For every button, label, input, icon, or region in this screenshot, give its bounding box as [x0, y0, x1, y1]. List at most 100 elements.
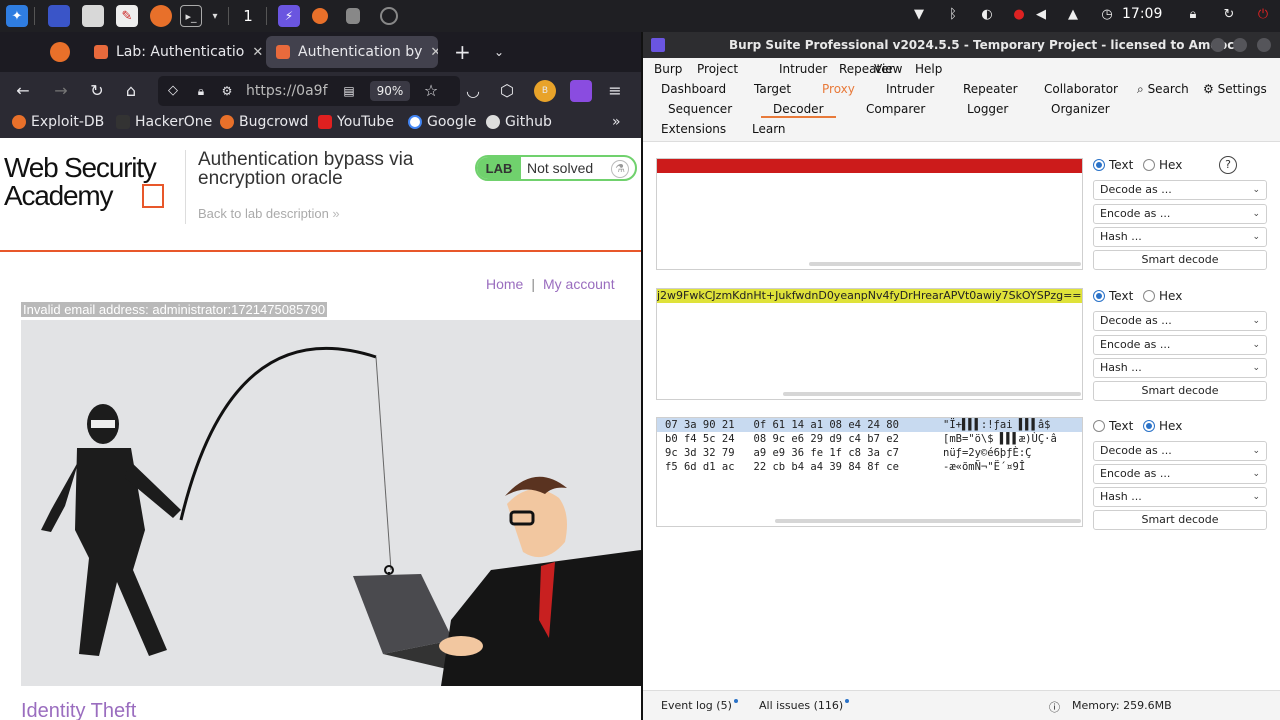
files-icon[interactable] — [82, 5, 104, 27]
tab-decoder[interactable]: Decoder — [761, 102, 836, 118]
clock[interactable]: 17:09 — [1122, 6, 1162, 22]
web-security-academy-logo[interactable]: Web Security Academy — [4, 152, 182, 211]
bookmark-hackerone[interactable]: HackerOne — [116, 114, 212, 130]
lock-icon[interactable]: 🔒︎ — [190, 80, 212, 102]
desktop-icon[interactable] — [48, 5, 70, 27]
bookmark-bugcrowd[interactable]: Bugcrowd — [220, 114, 308, 130]
home-icon[interactable]: ⌂ — [120, 80, 142, 102]
firefox-view-icon[interactable] — [50, 42, 70, 62]
zoom-level[interactable]: 90% — [370, 81, 410, 101]
power-icon[interactable]: ⏻ — [1254, 6, 1272, 24]
bookmark-github[interactable]: Github — [486, 114, 552, 130]
back-to-lab-description-link[interactable]: Back to lab description » — [198, 206, 340, 221]
search-button[interactable]: ⌕ Search — [1137, 82, 1189, 97]
hash-dropdown[interactable]: Hash ... ⌄ — [1093, 227, 1267, 247]
permissions-icon[interactable]: ⚙ — [216, 80, 238, 102]
bluetooth-icon[interactable]: ᛒ — [944, 6, 962, 24]
menu-view[interactable]: View — [874, 62, 902, 76]
menu-intruder[interactable]: Intruder — [779, 62, 827, 76]
pocket-icon[interactable]: ◡ — [462, 80, 484, 102]
encode-as-dropdown[interactable]: Encode as ... ⌄ — [1093, 464, 1267, 484]
horizontal-scrollbar[interactable] — [775, 519, 1081, 523]
base64-text[interactable]: j2w9FwkCJzmKdnHt+JukfwdnD0yeanpNv4fyDrHr… — [657, 289, 1082, 303]
tab-organizer[interactable]: Organizer — [1051, 102, 1110, 116]
maximize-button[interactable] — [1233, 38, 1247, 52]
tab-collaborator[interactable]: Collaborator — [1044, 82, 1118, 96]
reload-icon[interactable]: ↻ — [86, 80, 108, 102]
terminal-icon[interactable]: ▸_ — [180, 5, 202, 27]
horizontal-scrollbar[interactable] — [783, 392, 1081, 396]
extensions-icon[interactable]: ⬡ — [496, 80, 518, 102]
tab-sequencer[interactable]: Sequencer — [668, 102, 732, 116]
smart-decode-button[interactable]: Smart decode — [1093, 510, 1267, 530]
editor-icon[interactable]: ✎ — [116, 5, 138, 27]
kali-menu-icon[interactable]: ✦ — [6, 5, 28, 27]
decode-as-dropdown[interactable]: Decode as ... ⌄ — [1093, 311, 1267, 331]
foxyproxy-icon[interactable] — [570, 80, 592, 102]
url-text[interactable]: https://0a9f — [246, 83, 328, 99]
lock-icon[interactable]: 🔒︎ — [1184, 6, 1202, 24]
burp-icon[interactable]: ⚡ — [278, 5, 300, 27]
decoder-hex-pane[interactable]: 07 3a 90 21 0f 61 14 a1 08 e4 24 80 "Ï+▌▌… — [656, 417, 1083, 527]
close-icon[interactable]: ✕ — [430, 45, 438, 60]
tab-target[interactable]: Target — [754, 82, 791, 96]
wifi-icon[interactable]: ▼ — [910, 6, 928, 24]
radio-text[interactable]: Text — [1093, 419, 1133, 433]
hash-dropdown[interactable]: Hash ... ⌄ — [1093, 358, 1267, 378]
document-icon[interactable] — [346, 8, 360, 24]
hex-row[interactable]: b0 f4 5c 24 08 9c e6 29 d9 c4 b7 e2 [mB="… — [665, 433, 1057, 445]
back-icon[interactable]: ← — [12, 80, 34, 102]
menu-help[interactable]: Help — [915, 62, 942, 76]
tab-comparer[interactable]: Comparer — [866, 102, 925, 116]
tab-intruder[interactable]: Intruder — [886, 82, 934, 96]
tab-extensions[interactable]: Extensions — [661, 122, 726, 136]
home-link[interactable]: Home — [486, 276, 523, 292]
hash-dropdown[interactable]: Hash ... ⌄ — [1093, 487, 1267, 507]
radio-text[interactable]: Text — [1093, 158, 1133, 172]
bookmark-exploit-db[interactable]: Exploit-DB — [12, 114, 104, 130]
encode-as-dropdown[interactable]: Encode as ... ⌄ — [1093, 335, 1267, 355]
url-bar[interactable]: ◇ 🔒︎ ⚙ https://0a9f ▤ 90% — [158, 76, 460, 106]
bookmark-google[interactable]: Google — [408, 114, 476, 130]
firefox-icon[interactable] — [150, 5, 172, 27]
new-tab-button[interactable]: + — [444, 36, 472, 68]
firefox-icon[interactable] — [312, 8, 328, 24]
radio-hex[interactable]: Hex — [1143, 419, 1182, 433]
tab-authentication-bypass[interactable]: Authentication by ✕ — [266, 36, 438, 68]
tab-learn[interactable]: Learn — [752, 122, 786, 136]
reader-view-icon[interactable]: ▤ — [338, 80, 360, 102]
more-bookmarks-icon[interactable]: » — [612, 114, 621, 130]
forward-icon[interactable]: → — [50, 80, 72, 102]
decode-as-dropdown[interactable]: Decode as ... ⌄ — [1093, 180, 1267, 200]
settings-button[interactable]: ⚙ Settings — [1203, 82, 1267, 96]
refresh-icon[interactable]: ↻ — [1220, 6, 1238, 24]
horizontal-scrollbar[interactable] — [809, 262, 1081, 266]
chevron-down-icon[interactable]: ▾ — [204, 5, 226, 27]
decoder-input-pane-1[interactable] — [656, 158, 1083, 270]
event-log-link[interactable]: Event log (5) — [661, 699, 738, 712]
close-button[interactable] — [1257, 38, 1271, 52]
radio-text[interactable]: Text — [1093, 289, 1133, 303]
info-icon[interactable]: ⓘ — [1049, 699, 1060, 715]
tab-logger[interactable]: Logger — [967, 102, 1008, 116]
smart-decode-button[interactable]: Smart decode — [1093, 381, 1267, 401]
menu-project[interactable]: Project — [697, 62, 738, 76]
help-icon[interactable]: ? — [1219, 156, 1237, 174]
all-issues-link[interactable]: All issues (116) — [759, 699, 850, 712]
radio-hex[interactable]: Hex — [1143, 158, 1182, 172]
decode-as-dropdown[interactable]: Decode as ... ⌄ — [1093, 441, 1267, 461]
minimize-button[interactable] — [1211, 38, 1225, 52]
hex-row[interactable]: f5 6d d1 ac 22 cb b4 a4 39 84 8f ce -æ«õm… — [665, 461, 1025, 473]
radio-hex[interactable]: Hex — [1143, 289, 1182, 303]
tab-list-button[interactable]: ⌄ — [484, 36, 512, 68]
my-account-link[interactable]: My account — [543, 276, 615, 292]
selected-text-highlight[interactable] — [657, 159, 1082, 173]
tab-proxy[interactable]: Proxy — [822, 82, 855, 96]
shield-icon[interactable]: ◇ — [162, 80, 184, 102]
workspace-number[interactable]: 1 — [236, 4, 260, 28]
hex-row[interactable]: 07 3a 90 21 0f 61 14 a1 08 e4 24 80 "Ï+▌▌… — [665, 419, 1050, 431]
menu-burp[interactable]: Burp — [654, 62, 682, 76]
tab-repeater[interactable]: Repeater — [963, 82, 1018, 96]
mic-icon[interactable]: ● — [1010, 6, 1028, 24]
close-icon[interactable]: ✕ — [252, 45, 262, 60]
